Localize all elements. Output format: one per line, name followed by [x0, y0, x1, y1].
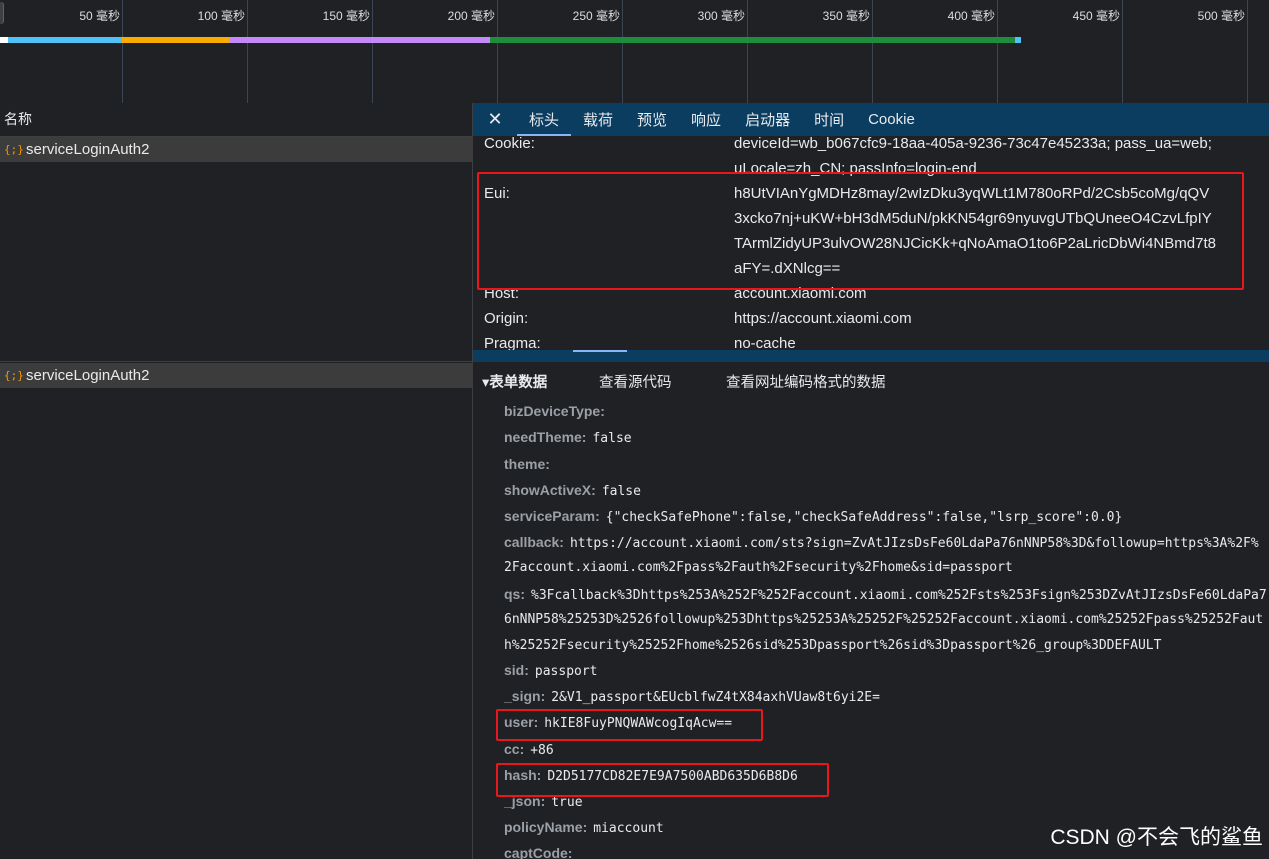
form-field: theme: [504, 456, 550, 472]
tab-headers[interactable]: 标头 [517, 103, 572, 136]
timeline-tick [872, 0, 873, 103]
timeline-bar-start [0, 37, 8, 43]
timeline-bar-segment [8, 37, 122, 43]
header-name: Host: [484, 285, 520, 302]
form-field: sid: passport [504, 662, 598, 679]
timeline-bar-end [1015, 37, 1021, 43]
header-value: account.xiaomi.com [734, 285, 867, 302]
payload-panel: ▾表单数据 查看源代码 查看网址编码格式的数据 bizDeviceType: n… [473, 362, 1269, 859]
request-row[interactable]: {;} serviceLoginAuth2 [0, 137, 473, 162]
timeline-tick-label: 350 毫秒 [822, 9, 870, 23]
form-field: showActiveX: false [504, 482, 641, 499]
form-field: policyName: miaccount [504, 819, 664, 836]
timeline-tick-label: 200 毫秒 [447, 9, 495, 23]
timeline-tick [122, 0, 123, 103]
request-name: serviceLoginAuth2 [26, 367, 150, 384]
form-field: _json: true [504, 793, 583, 810]
form-field: _sign: 2&V1_passport&EUcblfwZ4tX84axhVUaw… [504, 688, 880, 705]
timeline-bar-segment [490, 37, 1015, 43]
view-url-encoded-button[interactable]: 查看网址编码格式的数据 [726, 371, 886, 392]
request-list-panel: 名称 {;} serviceLoginAuth2 {;} serviceLogi… [0, 103, 473, 859]
timeline-tick [247, 0, 248, 103]
tab-initiator[interactable]: 启动器 [733, 103, 802, 136]
timeline-tick [1247, 0, 1248, 103]
form-field-value-continuation: 2Faccount.xiaomi.com%2Fpass%2Fauth%2Fsec… [504, 560, 1013, 575]
timeline-bar-segment [122, 37, 230, 43]
tab-timing[interactable]: 时间 [802, 103, 856, 136]
request-name: serviceLoginAuth2 [26, 141, 150, 158]
xhr-icon: {;} [4, 143, 24, 156]
timeline-tick-label: 100 毫秒 [197, 9, 245, 23]
tab-preview[interactable]: 预览 [625, 103, 679, 136]
request-detail-panel: Cookie: deviceId=wb_b067cfc9-18aa-405a-9… [473, 103, 1269, 361]
form-field: bizDeviceType: [504, 403, 605, 419]
watermark: CSDN @不会飞的鲨鱼 [1050, 826, 1263, 849]
form-data-section-toggle[interactable]: ▾表单数据 [482, 371, 547, 392]
form-field-value-continuation: h%25252Fsecurity%25252Fhome%2526sid%253D… [504, 638, 1162, 653]
network-timeline-overview[interactable]: 50 毫秒 100 毫秒 150 毫秒 200 毫秒 250 毫秒 300 毫秒… [0, 0, 1269, 103]
header-value-line: h8UtVIAnYgMDHz8may/2wIzDku3yqWLt1M780oRP… [734, 185, 1210, 202]
form-field-value-continuation: 6nNNP58%25253D%2526followup%253Dhttps%25… [504, 612, 1264, 627]
timeline-tick [997, 0, 998, 103]
timeline-tick-label: 150 毫秒 [322, 9, 370, 23]
tab-payload[interactable]: 载荷 [571, 103, 625, 136]
header-value: https://account.xiaomi.com [734, 310, 912, 327]
active-tab-indicator [573, 350, 627, 352]
panel-splitter[interactable] [473, 350, 1269, 362]
timeline-tick [622, 0, 623, 103]
form-field: callback: https://account.xiaomi.com/sts?… [504, 534, 1259, 551]
timeline-tick [372, 0, 373, 103]
timeline-tick [747, 0, 748, 103]
form-field: captCode: [504, 845, 573, 859]
tab-response[interactable]: 响应 [679, 103, 733, 136]
form-field: cc: +86 [504, 741, 554, 758]
header-value-line: aFY=.dXNlcg== [734, 260, 841, 277]
close-icon[interactable]: ✕ [473, 103, 517, 136]
timeline-tick [1122, 0, 1123, 103]
name-column-header[interactable]: 名称 [0, 103, 472, 137]
tab-cookies[interactable]: Cookie [856, 103, 927, 136]
panel-divider [0, 361, 473, 362]
timeline-tick [497, 0, 498, 103]
form-field: qs: %3Fcallback%3Dhttps%253A%252F%252Facc… [504, 586, 1267, 603]
header-name: Origin: [484, 310, 529, 327]
form-field: serviceParam: {"checkSafePhone":false,"ch… [504, 508, 1123, 525]
timeline-tick-label: 50 毫秒 [79, 9, 120, 23]
form-field: needTheme: false [504, 429, 632, 446]
header-value-line: 3xcko7nj+uKW+bH3dM5duN/pkKN54gr69nyuvgUT… [734, 210, 1212, 227]
timeline-tick-label: 250 毫秒 [572, 9, 620, 23]
request-row[interactable]: {;} serviceLoginAuth2 [0, 363, 473, 388]
timeline-bar-segment [230, 37, 490, 43]
view-source-button[interactable]: 查看源代码 [599, 371, 672, 392]
xhr-icon: {;} [4, 369, 24, 382]
timeline-tick-label: 400 毫秒 [947, 9, 995, 23]
timeline-tick-label: 300 毫秒 [697, 9, 745, 23]
timeline-range-handle[interactable] [0, 2, 4, 24]
header-value-line: uLocale=zh_CN; passInfo=login-end [734, 160, 977, 177]
header-value-line: TArmlZidyUP3ulvOW28NJCicKk+qNoAmaO1to6P2… [734, 235, 1216, 252]
timeline-tick-label: 500 毫秒 [1197, 9, 1245, 23]
timeline-tick-label: 450 毫秒 [1072, 9, 1120, 23]
detail-tab-bar: ✕ 标头 载荷 预览 响应 启动器 时间 Cookie [473, 103, 1269, 136]
header-name: Eui: [484, 185, 510, 202]
form-field-hash: hash: D2D5177CD82E7E9A7500ABD635D6B8D6 [504, 767, 798, 784]
form-field-user: user: hkIE8FuyPNQWAWcogIqAcw== [504, 714, 733, 731]
